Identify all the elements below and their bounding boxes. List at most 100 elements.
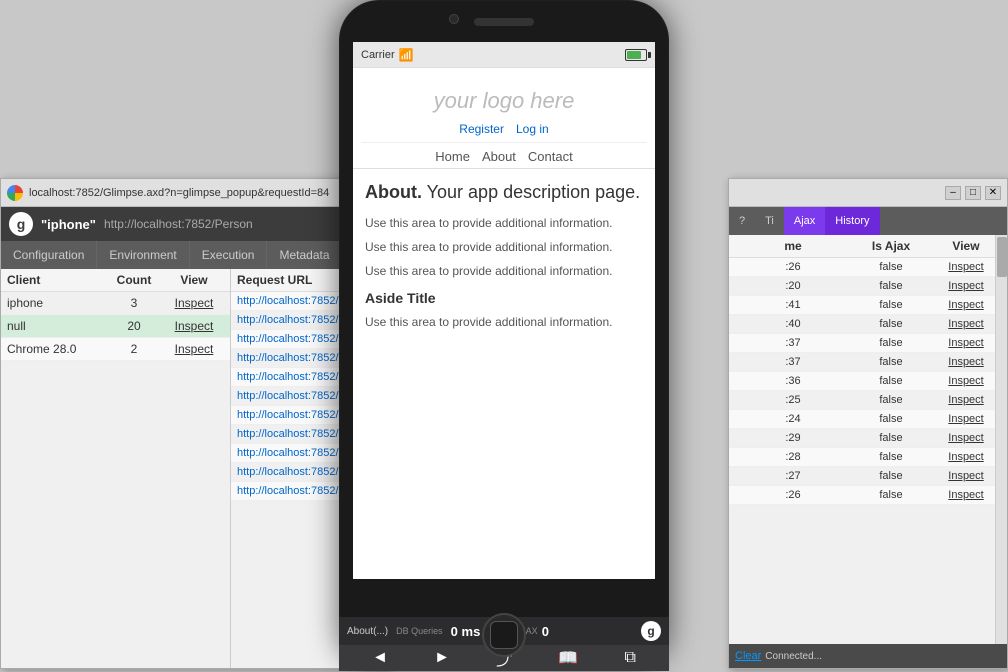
time: :29 [735, 432, 851, 444]
minimize-button[interactable]: – [945, 186, 961, 200]
right-table: :26 false Inspect :20 false Inspect :41 … [729, 258, 1007, 505]
inspect-link[interactable]: Inspect [931, 470, 1001, 482]
time: :28 [735, 451, 851, 463]
time: :26 [735, 489, 851, 501]
clear-button[interactable]: Clear [735, 650, 761, 662]
inspect-link[interactable]: Inspect [931, 261, 1001, 273]
col-me: me [735, 239, 851, 253]
is-ajax: false [851, 394, 931, 406]
browser-header-bar: g "iphone" http://localhost:7852/Person [1, 207, 389, 241]
time: :36 [735, 375, 851, 387]
inspect-link[interactable]: Inspect [931, 356, 1001, 368]
tab-ajax[interactable]: Ajax [784, 207, 825, 235]
tab-history[interactable]: History [825, 207, 879, 235]
col-view: View [164, 273, 224, 287]
auth-links: Register Log in [361, 122, 647, 136]
register-link[interactable]: Register [459, 122, 504, 136]
table-row: :28 false Inspect [729, 448, 1007, 467]
about-link[interactable]: About [482, 149, 516, 164]
battery-fill [627, 51, 641, 59]
carrier-info: Carrier 📶 [361, 48, 414, 62]
contact-link[interactable]: Contact [528, 149, 573, 164]
tabs-bar: Configuration Environment Execution Meta… [1, 241, 389, 269]
app-nav: your logo here Register Log in Home Abou… [353, 68, 655, 169]
col-view: View [931, 239, 1001, 253]
inspect-link[interactable]: Inspect [931, 375, 1001, 387]
table-row: :20 false Inspect [729, 277, 1007, 296]
time: :41 [735, 299, 851, 311]
login-link[interactable]: Log in [516, 122, 549, 136]
client-count: 2 [104, 342, 164, 356]
tab-ti[interactable]: Ti [755, 207, 784, 235]
iphone-label: "iphone" [41, 217, 96, 232]
back-button[interactable]: ◄ [364, 647, 396, 669]
db-time-value: 0 ms [451, 624, 481, 639]
battery-icon [625, 49, 647, 61]
chrome-icon [7, 185, 23, 201]
inspect-link[interactable]: Inspect [931, 299, 1001, 311]
scrollbar-thumb[interactable] [997, 237, 1007, 277]
inspect-link[interactable]: Inspect [931, 413, 1001, 425]
table-row: :27 false Inspect [729, 467, 1007, 486]
nav-links: Home About Contact [361, 142, 647, 164]
content-para-3: Use this area to provide additional info… [365, 262, 643, 280]
inspect-link[interactable]: Inspect [164, 296, 224, 310]
client-count: 3 [104, 296, 164, 310]
maximize-button[interactable]: □ [965, 186, 981, 200]
wifi-icon: 📶 [399, 48, 414, 62]
table-row: Chrome 28.0 2 Inspect [1, 338, 230, 361]
content-heading: About. Your app description page. [365, 179, 643, 206]
ajax-count: 0 [542, 624, 549, 639]
inspect-link[interactable]: Inspect [931, 337, 1001, 349]
inspect-link[interactable]: Inspect [164, 342, 224, 356]
inspect-link[interactable]: Inspect [931, 394, 1001, 406]
table-row: :26 false Inspect [729, 258, 1007, 277]
home-link[interactable]: Home [435, 149, 470, 164]
table-row: iphone 3 Inspect [1, 292, 230, 315]
tab-metadata[interactable]: Metadata [267, 241, 342, 269]
home-button[interactable] [482, 613, 526, 657]
tabs-button[interactable]: ⧉ [616, 647, 643, 669]
time: :26 [735, 261, 851, 273]
scrollbar[interactable] [995, 235, 1007, 644]
right-content-header: me Is Ajax View [729, 235, 1007, 258]
status-bar: Carrier 📶 [353, 42, 655, 68]
inspect-link[interactable]: Inspect [931, 318, 1001, 330]
is-ajax: false [851, 337, 931, 349]
is-ajax: false [851, 470, 931, 482]
inspect-link[interactable]: Inspect [931, 432, 1001, 444]
inspect-link[interactable]: Inspect [164, 319, 224, 333]
client-count: 20 [104, 319, 164, 333]
db-queries-section: DB Queries [396, 626, 443, 636]
inspect-link[interactable]: Inspect [931, 451, 1001, 463]
inspect-link[interactable]: Inspect [931, 280, 1001, 292]
content-para-1: Use this area to provide additional info… [365, 214, 643, 232]
col-count: Count [104, 273, 164, 287]
left-browser-panel: localhost:7852/Glimpse.axd?n=glimpse_pop… [0, 178, 390, 669]
right-titlebar: – □ ✕ [729, 179, 1007, 207]
table-row: :40 false Inspect [729, 315, 1007, 334]
iphone-device: Carrier 📶 your logo here Register Log in… [339, 0, 669, 669]
table-row: :36 false Inspect [729, 372, 1007, 391]
time: :37 [735, 337, 851, 349]
is-ajax: false [851, 356, 931, 368]
is-ajax: false [851, 318, 931, 330]
forward-button[interactable]: ► [426, 647, 458, 669]
db-queries-label: DB Queries [396, 626, 443, 636]
tab-environment[interactable]: Environment [97, 241, 189, 269]
close-button[interactable]: ✕ [985, 186, 1001, 200]
time: :27 [735, 470, 851, 482]
tab-execution[interactable]: Execution [190, 241, 268, 269]
tab-question[interactable]: ? [729, 207, 755, 235]
action-label: About(...) [347, 626, 388, 637]
table-row: :25 false Inspect [729, 391, 1007, 410]
client-name: null [7, 319, 104, 333]
table-row: :26 false Inspect [729, 486, 1007, 505]
tab-configuration[interactable]: Configuration [1, 241, 97, 269]
client-table: Client Count View iphone 3 Inspect null … [1, 269, 231, 668]
inspect-link[interactable]: Inspect [931, 489, 1001, 501]
bookmarks-button[interactable]: 📖 [550, 646, 586, 670]
glimpse-logo-small: g [641, 621, 661, 641]
browser-url: localhost:7852/Glimpse.axd?n=glimpse_pop… [29, 187, 383, 199]
table-row: null 20 Inspect [1, 315, 230, 338]
